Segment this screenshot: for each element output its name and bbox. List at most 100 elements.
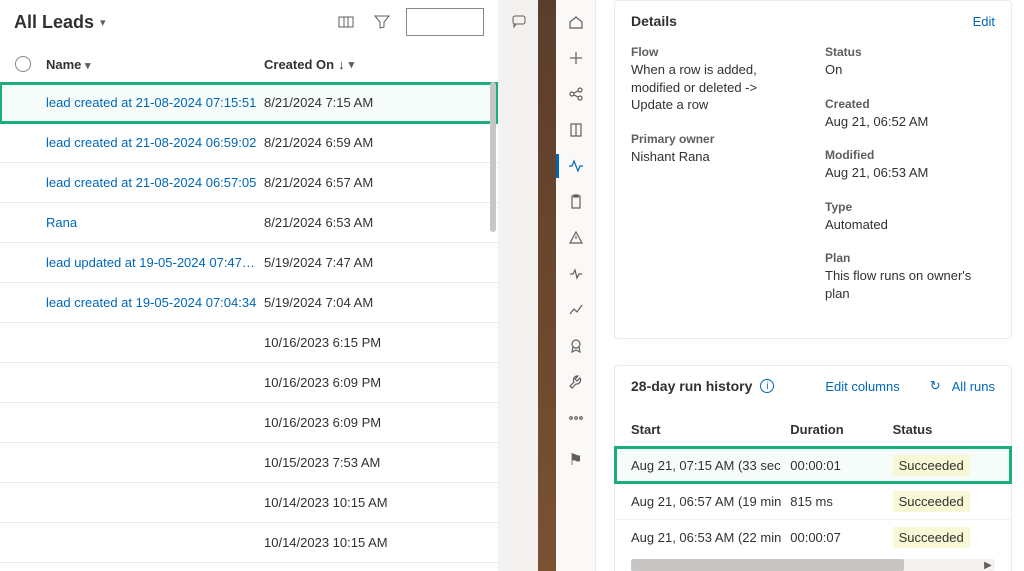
edit-columns-icon[interactable] [328,8,364,36]
edit-link[interactable]: Edit [973,14,995,29]
type-label: Type [825,200,995,214]
status-value: On [825,61,995,79]
column-header-created-label: Created On [264,57,334,72]
filter-icon[interactable] [364,8,400,36]
select-all-checkbox[interactable] [15,56,31,72]
col-start[interactable]: Start [631,422,790,437]
horizontal-scrollbar[interactable]: ▶ [631,559,995,571]
created-label: Created [825,97,995,111]
plan-value: This flow runs on owner's plan [825,267,995,302]
lead-created-value: 5/19/2024 7:04 AM [264,295,373,310]
run-status: Succeeded [893,458,995,473]
chevron-down-icon[interactable]: ▾ [100,16,106,29]
lead-created-value: 10/16/2023 6:09 PM [264,375,381,390]
col-duration[interactable]: Duration [790,422,892,437]
scrollbar-thumb[interactable] [490,82,496,232]
column-header-name-label: Name [46,57,81,72]
rail-share-icon[interactable] [556,76,595,112]
modified-value: Aug 21, 06:53 AM [825,164,995,182]
all-runs-link[interactable]: All runs [952,379,995,394]
view-title[interactable]: All Leads [14,12,94,33]
panel-divider [498,0,556,571]
lead-name-link[interactable]: lead created at 21-08-2024 06:57:05 [46,175,264,190]
type-value: Automated [825,216,995,234]
created-value: Aug 21, 06:52 AM [825,113,995,131]
rail-book-icon[interactable] [556,112,595,148]
lead-created-value: 5/19/2024 7:47 AM [264,255,373,270]
run-history-row[interactable]: Aug 21, 06:57 AM (19 min815 msSucceeded [615,483,1011,519]
lead-created-value: 8/21/2024 7:15 AM [264,95,373,110]
table-row[interactable]: lead created at 21-08-2024 06:59:028/21/… [0,123,498,163]
details-card: Details Edit Flow When a row is added, m… [614,0,1012,339]
table-row[interactable]: 10/15/2023 7:53 AM [0,443,498,483]
flow-value: When a row is added, modified or deleted… [631,61,801,114]
table-row[interactable]: 10/16/2023 6:15 PM [0,323,498,363]
rail-wrench-icon[interactable] [556,364,595,400]
rail-clipboard-icon[interactable] [556,184,595,220]
table-row[interactable]: Rana8/21/2024 6:53 AM [0,203,498,243]
flow-label: Flow [631,45,801,59]
lead-name-link[interactable]: lead created at 21-08-2024 07:15:51 [46,95,264,110]
lead-name-link[interactable]: lead created at 19-05-2024 07:04:34 [46,295,264,310]
lead-created-value: 10/16/2023 6:15 PM [264,335,381,350]
chevron-down-icon: ▾ [349,58,355,71]
run-history-title: 28-day run history [631,378,752,394]
rail-health-icon[interactable] [556,256,595,292]
lead-name-link[interactable]: Rana [46,215,264,230]
run-history-columns: Start Duration Status [615,406,1011,447]
chat-icon[interactable] [512,14,528,33]
refresh-icon[interactable]: ↻ [930,378,941,394]
rail-activity-icon[interactable] [556,148,595,184]
run-start: Aug 21, 06:53 AM (22 min [631,530,790,545]
table-row[interactable]: 10/14/2023 10:15 AM [0,483,498,523]
scroll-right-arrow[interactable]: ▶ [981,559,995,571]
table-row[interactable]: lead created at 21-08-2024 07:15:518/21/… [0,83,498,123]
rail-chart-icon[interactable] [556,292,595,328]
table-row[interactable]: lead created at 21-08-2024 06:57:058/21/… [0,163,498,203]
nav-rail: ⚑ [556,0,596,571]
run-history-card: 28-day run history i Edit columns ↻ All … [614,365,1012,571]
rail-badge-icon[interactable] [556,328,595,364]
lead-created-value: 8/21/2024 6:59 AM [264,135,373,150]
rail-home-icon[interactable] [556,4,595,40]
table-row[interactable]: 10/16/2023 6:09 PM [0,363,498,403]
col-status[interactable]: Status [893,422,995,437]
lead-created-value: 10/14/2023 10:15 AM [264,535,388,550]
sort-desc-icon: ↓ [338,57,345,72]
chevron-down-icon: ▾ [85,60,91,72]
edit-columns-link[interactable]: Edit columns [825,379,899,394]
run-status: Succeeded [893,494,995,509]
status-label: Status [825,45,995,59]
details-title: Details [631,13,677,29]
scrollbar-thumb[interactable] [631,559,904,571]
flow-detail-panel: Details Edit Flow When a row is added, m… [596,0,1024,571]
run-duration: 815 ms [790,494,892,509]
run-duration: 00:00:01 [790,458,892,473]
owner-label: Primary owner [631,132,801,146]
column-header-created[interactable]: Created On ↓ ▾ [264,57,354,72]
table-row[interactable]: 10/14/2023 10:15 AM [0,563,498,571]
lead-name-link[interactable]: lead created at 21-08-2024 06:59:02 [46,135,264,150]
info-icon[interactable]: i [760,379,774,393]
run-history-row[interactable]: Aug 21, 07:15 AM (33 sec00:00:01Succeede… [615,447,1011,483]
table-row[interactable]: 10/14/2023 10:15 AM [0,523,498,563]
lead-created-value: 10/15/2023 7:53 AM [264,455,380,470]
modified-label: Modified [825,148,995,162]
backdrop-stripe [538,0,556,571]
search-input[interactable] [406,8,484,36]
leads-panel: All Leads ▾ Name ▾ Created On ↓ ▾ lead [0,0,498,571]
table-row[interactable]: 10/16/2023 6:09 PM [0,403,498,443]
column-header-name[interactable]: Name ▾ [46,57,264,72]
rail-alert-icon[interactable] [556,220,595,256]
lead-name-link[interactable]: lead updated at 19-05-2024 07:47:… [46,255,264,270]
rail-plus-icon[interactable] [556,40,595,76]
table-row[interactable]: lead updated at 19-05-2024 07:47:…5/19/2… [0,243,498,283]
run-history-row[interactable]: Aug 21, 06:53 AM (22 min00:00:07Succeede… [615,519,1011,555]
flag-icon[interactable]: ⚑ [556,450,595,470]
rail-more-icon[interactable] [556,400,595,436]
table-row[interactable]: lead created at 19-05-2024 07:04:345/19/… [0,283,498,323]
run-duration: 00:00:07 [790,530,892,545]
plan-label: Plan [825,251,995,265]
run-status: Succeeded [893,530,995,545]
run-start: Aug 21, 07:15 AM (33 sec [631,458,790,473]
